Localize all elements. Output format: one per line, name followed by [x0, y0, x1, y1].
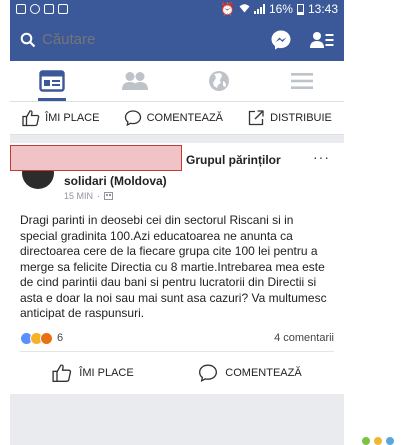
reactions[interactable]: 6	[20, 331, 64, 345]
tab-news-feed[interactable]	[32, 66, 72, 101]
thumbs-up-icon	[52, 363, 72, 382]
clock: 13:43	[307, 2, 338, 16]
app-frame: ⏰ 16% 13:43 Căutare ÎMI PLACE COMENTEAZĂ…	[10, 0, 344, 445]
share-icon	[249, 110, 264, 126]
post-meta: 15 MIN ·	[64, 191, 114, 201]
comment-count[interactable]: 4 comentarii	[274, 332, 334, 344]
group-name-continued[interactable]: solidari (Moldova)	[64, 174, 167, 188]
messenger-icon[interactable]	[270, 29, 292, 51]
sync-icon	[30, 4, 40, 14]
share-label: DISTRIBUIE	[270, 112, 332, 124]
news-feed-icon	[39, 70, 65, 92]
post-actions: ÎMI PLACE COMENTEAZĂ	[20, 350, 334, 394]
battery-icon	[296, 3, 304, 15]
post-stats: 6 4 comentarii	[10, 322, 344, 351]
previous-post-actions: ÎMI PLACE COMENTEAZĂ DISTRIBUIE	[10, 102, 344, 135]
search-input[interactable]	[42, 31, 192, 48]
redacted-author-name	[10, 145, 182, 171]
feed-background	[10, 439, 344, 445]
globe-icon	[208, 71, 229, 91]
nav-tabs	[10, 61, 344, 102]
post-comment-label: COMENTEAZĂ	[225, 366, 302, 379]
comment-label: COMENTEAZĂ	[146, 112, 224, 124]
post-like-label: ÎMI PLACE	[79, 366, 134, 379]
like-label: ÎMI PLACE	[45, 112, 100, 124]
wifi-icon	[239, 2, 250, 16]
share-button[interactable]: DISTRIBUIE	[247, 109, 332, 127]
tab-menu[interactable]	[282, 66, 322, 96]
status-notification-icons	[16, 4, 68, 14]
angry-reaction-icon	[40, 331, 53, 345]
status-bar: ⏰ 16% 13:43	[10, 0, 344, 18]
more-options-icon[interactable]: ···	[313, 149, 330, 165]
dot-separator: ·	[97, 191, 101, 201]
search-bar[interactable]	[20, 31, 270, 48]
menu-icon	[291, 73, 314, 89]
post-card: Grupul părinților solidari (Moldova) 15 …	[10, 143, 344, 394]
battery-percent: 16%	[268, 2, 293, 16]
top-bar	[10, 18, 344, 61]
tab-globe[interactable]	[199, 66, 239, 96]
gallery-icon	[44, 4, 54, 14]
post-like-button[interactable]: ÎMI PLACE	[52, 363, 134, 383]
post-text: Dragi parinti in deosebi cei din sectoru…	[20, 213, 327, 320]
alarm-icon: ⏰	[219, 2, 235, 16]
friends-icon	[122, 72, 149, 90]
tab-friends[interactable]	[115, 66, 155, 96]
like-button[interactable]: ÎMI PLACE	[22, 109, 99, 127]
post-comment-button[interactable]: COMENTEAZĂ	[198, 363, 302, 383]
group-privacy-icon	[104, 192, 114, 200]
comment-icon	[199, 364, 218, 382]
search-icon	[20, 32, 36, 47]
reaction-count: 6	[57, 332, 64, 344]
watermark-logo-icon	[362, 437, 394, 445]
post-time: 15 MIN	[64, 191, 94, 201]
signal-icon	[253, 4, 265, 14]
comment-button[interactable]: COMENTEAZĂ	[124, 109, 223, 127]
status-system: ⏰ 16% 13:43	[220, 2, 338, 16]
photo-icon	[58, 4, 68, 14]
notification-icon	[16, 4, 26, 14]
comment-icon	[124, 110, 141, 127]
group-name[interactable]: Grupul părinților	[186, 153, 281, 167]
post-header: Grupul părinților solidari (Moldova) 15 …	[10, 143, 344, 201]
contacts-icon[interactable]	[310, 30, 334, 50]
thumbs-up-icon	[22, 110, 40, 127]
